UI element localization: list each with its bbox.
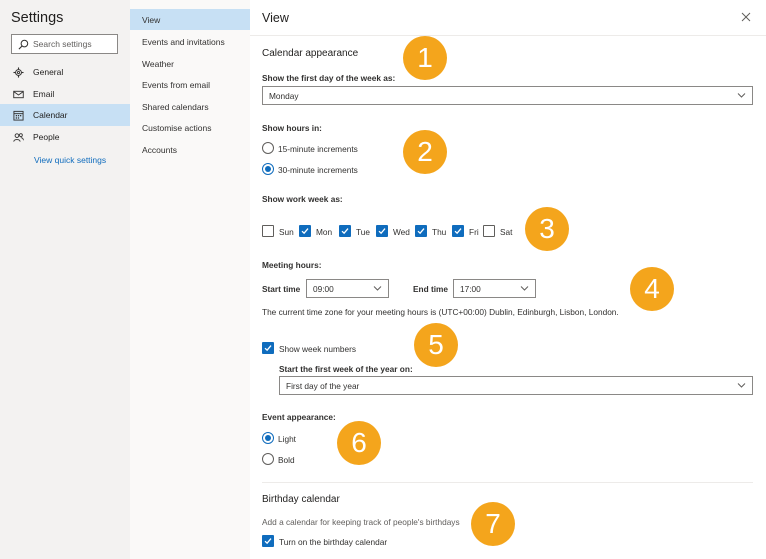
callout-marker-4: 4 [630,267,674,311]
subnav-item-weather[interactable]: Weather [130,53,250,74]
view-settings-pane: View Calendar appearance Show the first … [250,0,766,559]
callout-marker-7: 7 [471,502,515,546]
checkmark-icon [417,228,425,235]
day-label-sat: Sat [500,227,513,237]
end-time-value: 17:00 [460,283,481,294]
checkbox-wed[interactable] [376,225,388,237]
checkmark-icon [264,538,272,545]
day-label-fri: Fri [469,227,479,237]
callout-marker-3: 3 [525,207,569,251]
birthday-description: Add a calendar for keeping track of peop… [262,517,460,527]
checkbox-mon[interactable] [299,225,311,237]
event-appearance-label: Event appearance: [262,412,336,422]
start-time-dropdown[interactable]: 09:00 [306,279,389,298]
first-week-dropdown[interactable]: First day of the year [279,376,753,395]
subnav-item-view[interactable]: View [130,9,250,30]
sidebar-item-label: Calendar [33,110,68,120]
sidebar-item-label: Email [33,89,55,99]
first-day-value: Monday [269,90,299,101]
show-hours-label: Show hours in: [262,123,322,133]
sidebar-item-email[interactable]: Email [0,83,130,105]
settings-sidebar: Settings Search settings General Email C… [0,0,130,559]
callout-marker-1: 1 [403,36,447,80]
birthday-calendar-checkbox[interactable] [262,535,274,547]
search-placeholder: Search settings [33,39,92,49]
subnav-item-shared-calendars[interactable]: Shared calendars [130,96,250,117]
sidebar-item-calendar[interactable]: Calendar [0,104,130,126]
radio-15-minute[interactable] [262,142,274,154]
gear-icon [13,66,24,78]
meeting-hours-label: Meeting hours: [262,260,322,270]
radio-30-minute[interactable] [262,163,274,175]
radio-light-label: Light [278,434,296,444]
people-icon [13,132,24,142]
start-time-value: 09:00 [313,283,334,294]
subnav-item-accounts[interactable]: Accounts [130,139,250,160]
calendar-subnav: View Events and invitations Weather Even… [130,0,250,559]
callout-marker-5: 5 [414,323,458,367]
calendar-icon [13,110,24,121]
subnav-item-customise-actions[interactable]: Customise actions [130,117,250,138]
start-time-label: Start time [262,284,301,294]
day-label-thu: Thu [432,227,447,237]
chevron-down-icon [737,93,746,98]
search-settings-input[interactable]: Search settings [11,34,118,54]
sidebar-item-label: General [33,67,64,77]
close-icon[interactable] [741,12,751,22]
checkmark-icon [378,228,386,235]
end-time-dropdown[interactable]: 17:00 [453,279,536,298]
work-week-label: Show work week as: [262,194,343,204]
chevron-down-icon [737,383,746,388]
radio-15-minute-label: 15-minute increments [278,144,358,154]
checkbox-sun[interactable] [262,225,274,237]
day-label-mon: Mon [316,227,333,237]
callout-marker-2: 2 [403,130,447,174]
mail-icon [13,90,24,98]
first-day-dropdown[interactable]: Monday [262,86,753,105]
timezone-note: The current time zone for your meeting h… [262,307,619,317]
first-day-label: Show the first day of the week as: [262,73,396,83]
sidebar-item-label: People [33,132,60,142]
callout-marker-6: 6 [337,421,381,465]
day-label-wed: Wed [393,227,410,237]
view-quick-settings-link[interactable]: View quick settings [34,155,106,165]
radio-bold-label: Bold [278,455,295,465]
radio-30-minute-label: 30-minute increments [278,165,358,175]
birthday-calendar-heading: Birthday calendar [262,494,340,505]
checkbox-tue[interactable] [339,225,351,237]
subnav-item-events-from-email[interactable]: Events from email [130,74,250,95]
checkmark-icon [264,345,272,352]
birthday-calendar-label: Turn on the birthday calendar [279,537,388,547]
settings-title: Settings [11,10,64,26]
sidebar-item-people[interactable]: People [0,126,130,148]
sidebar-item-general[interactable]: General [0,61,130,83]
page-title: View [262,11,289,25]
subnav-item-events-invitations[interactable]: Events and invitations [130,31,250,52]
checkbox-fri[interactable] [452,225,464,237]
checkmark-icon [454,228,462,235]
show-week-numbers-label: Show week numbers [279,344,357,354]
checkmark-icon [301,228,309,235]
chevron-down-icon [373,286,382,291]
calendar-appearance-heading: Calendar appearance [262,48,359,59]
header-divider [250,35,766,36]
radio-light[interactable] [262,432,274,444]
checkmark-icon [341,228,349,235]
first-week-value: First day of the year [286,380,360,391]
radio-bold[interactable] [262,453,274,465]
first-week-label: Start the first week of the year on: [279,364,413,374]
end-time-label: End time [413,284,449,294]
show-week-numbers-checkbox[interactable] [262,342,274,354]
checkbox-thu[interactable] [415,225,427,237]
chevron-down-icon [520,286,529,291]
day-label-sun: Sun [279,227,294,237]
day-label-tue: Tue [356,227,370,237]
checkbox-sat[interactable] [483,225,495,237]
search-icon [18,39,29,49]
section-divider [262,482,753,483]
